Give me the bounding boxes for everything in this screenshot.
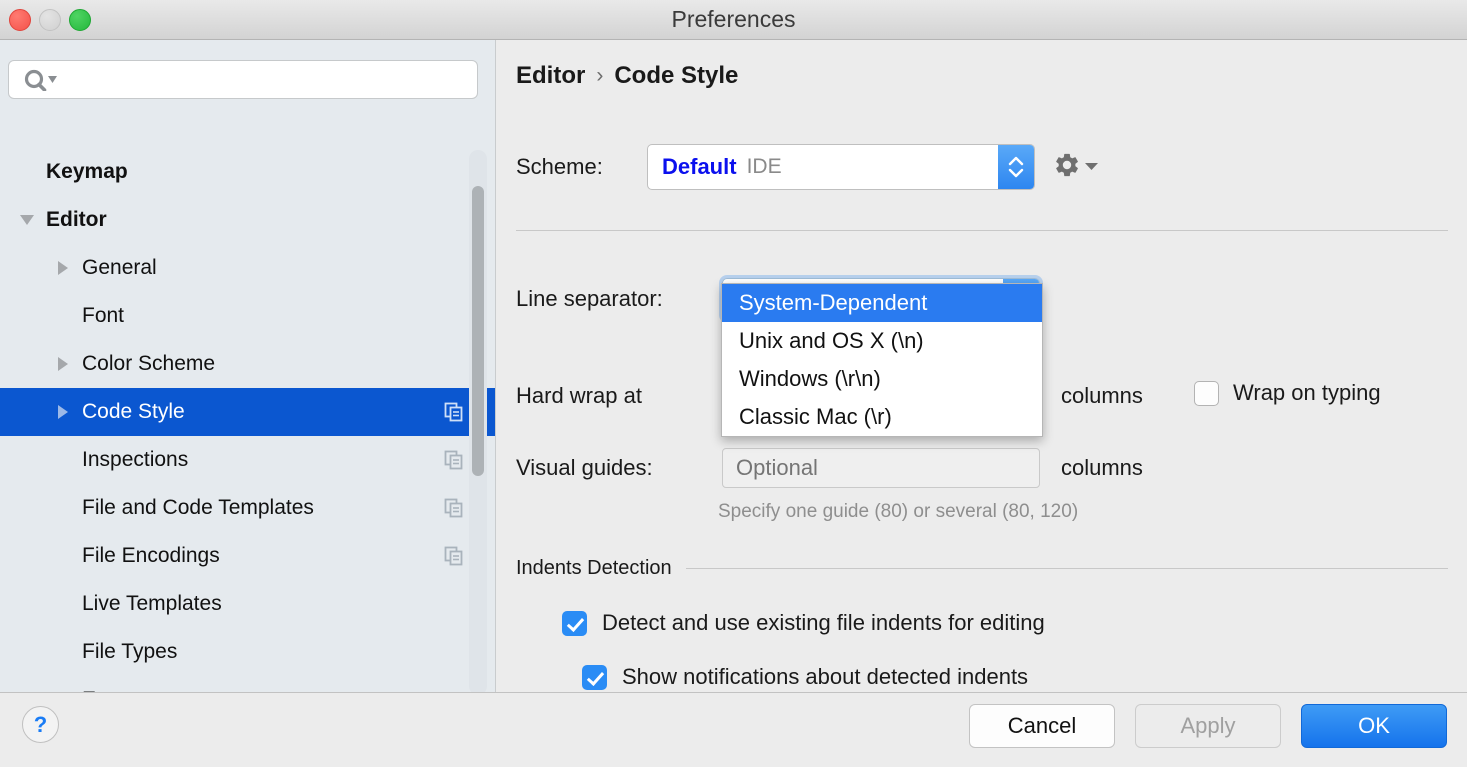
hard-wrap-unit: columns bbox=[1061, 383, 1143, 409]
line-separator-dropdown-popup[interactable]: System-DependentUnix and OS X (\n)Window… bbox=[721, 283, 1043, 437]
search-field-wrapper bbox=[8, 60, 478, 99]
dropdown-option[interactable]: Windows (\r\n) bbox=[722, 360, 1042, 398]
scheme-row: Scheme: Default IDE bbox=[516, 144, 1098, 190]
sidebar-item-label: File and Code Templates bbox=[76, 496, 314, 520]
indents-detection-title: Indents Detection bbox=[516, 557, 672, 580]
copy-icon[interactable] bbox=[444, 402, 464, 422]
wrap-on-typing-checkbox[interactable] bbox=[1194, 381, 1219, 406]
show-notifications-row[interactable]: Show notifications about detected indent… bbox=[582, 664, 1028, 690]
detect-indents-row[interactable]: Detect and use existing file indents for… bbox=[562, 610, 1045, 636]
apply-button[interactable]: Apply bbox=[1135, 704, 1281, 748]
wrap-on-typing-row[interactable]: Wrap on typing bbox=[1194, 380, 1381, 406]
sidebar-item-label: General bbox=[76, 256, 157, 280]
detect-indents-checkbox[interactable] bbox=[562, 611, 587, 636]
sidebar-item-label: Inspections bbox=[76, 448, 188, 472]
indents-detection-rule bbox=[686, 568, 1448, 569]
section-divider bbox=[516, 230, 1448, 231]
chevron-down-icon bbox=[1085, 158, 1098, 176]
title-bar: Preferences bbox=[0, 0, 1467, 40]
chevron-down-icon[interactable] bbox=[18, 209, 40, 231]
tree-twisty-placeholder bbox=[54, 593, 76, 615]
settings-sidebar: Keymap Editor General Font Color Scheme Code … bbox=[0, 40, 496, 692]
ok-button[interactable]: OK bbox=[1301, 704, 1447, 748]
visual-guides-label: Visual guides: bbox=[516, 455, 722, 481]
breadcrumb: Editor › Code Style bbox=[516, 62, 738, 90]
breadcrumb-root[interactable]: Editor bbox=[516, 62, 585, 90]
breadcrumb-separator-icon: › bbox=[596, 64, 603, 88]
preferences-window: Preferences Keymap Editor General Font Color… bbox=[0, 0, 1467, 767]
cancel-button[interactable]: Cancel bbox=[969, 704, 1115, 748]
scheme-label: Scheme: bbox=[516, 154, 647, 180]
detect-indents-label: Detect and use existing file indents for… bbox=[602, 610, 1045, 636]
indents-detection-header: Indents Detection bbox=[516, 557, 1448, 580]
sidebar-item-editor[interactable]: Editor bbox=[0, 196, 496, 244]
tree-twisty-placeholder bbox=[54, 305, 76, 327]
show-notifications-label: Show notifications about detected indent… bbox=[622, 664, 1028, 690]
tree-twisty-placeholder bbox=[54, 449, 76, 471]
copy-icon[interactable] bbox=[444, 450, 464, 470]
search-input[interactable] bbox=[61, 61, 469, 98]
sidebar-item-file-encodings[interactable]: File Encodings bbox=[0, 532, 496, 580]
visual-guides-row: Visual guides: columns bbox=[516, 448, 1143, 488]
sidebar-item-file-and-code-templates[interactable]: File and Code Templates bbox=[0, 484, 496, 532]
scheme-combobox[interactable]: Default IDE bbox=[647, 144, 1035, 190]
chevron-right-icon[interactable] bbox=[54, 257, 76, 279]
sidebar-item-label: Code Style bbox=[76, 400, 185, 424]
sidebar-scrollbar-thumb[interactable] bbox=[472, 186, 484, 476]
sidebar-item-live-templates[interactable]: Live Templates bbox=[0, 580, 496, 628]
tree-twisty-placeholder bbox=[54, 641, 76, 663]
chevron-right-icon[interactable] bbox=[54, 353, 76, 375]
sidebar-item-keymap[interactable]: Keymap bbox=[0, 148, 496, 196]
line-separator-label: Line separator: bbox=[516, 286, 722, 312]
help-button[interactable]: ? bbox=[22, 706, 59, 743]
settings-tree: Keymap Editor General Font Color Scheme Code … bbox=[0, 148, 496, 692]
sidebar-item-label: Editor bbox=[40, 208, 107, 232]
visual-guides-hint: Specify one guide (80) or several (80, 1… bbox=[718, 501, 1078, 523]
visual-guides-unit: columns bbox=[1061, 455, 1143, 481]
sidebar-item-font[interactable]: Font bbox=[0, 292, 496, 340]
wrap-on-typing-label: Wrap on typing bbox=[1233, 380, 1381, 406]
dropdown-option[interactable]: Unix and OS X (\n) bbox=[722, 322, 1042, 360]
window-title: Preferences bbox=[0, 0, 1467, 39]
copy-icon[interactable] bbox=[444, 546, 464, 566]
sidebar-item-label: Font bbox=[76, 304, 124, 328]
scheme-stepper-button[interactable] bbox=[998, 145, 1034, 189]
sidebar-item-label: Live Templates bbox=[76, 592, 222, 616]
sidebar-item-label: File Encodings bbox=[76, 544, 220, 568]
gear-icon bbox=[1053, 151, 1081, 184]
sidebar-item-label: Keymap bbox=[40, 160, 128, 184]
scheme-settings-button[interactable] bbox=[1053, 151, 1098, 184]
footer-buttons: Cancel Apply OK bbox=[969, 704, 1447, 748]
search-box[interactable] bbox=[8, 60, 478, 99]
sidebar-scrollbar-track[interactable] bbox=[469, 150, 487, 692]
sidebar-item-code-style[interactable]: Code Style bbox=[0, 388, 496, 436]
sidebar-item-color-scheme[interactable]: Color Scheme bbox=[0, 340, 496, 388]
breadcrumb-leaf: Code Style bbox=[614, 62, 738, 90]
dropdown-option[interactable]: System-Dependent bbox=[722, 284, 1042, 322]
sidebar-item-emmet[interactable]: Emmet bbox=[0, 676, 496, 692]
tree-twisty-placeholder bbox=[18, 161, 40, 183]
sidebar-item-general[interactable]: General bbox=[0, 244, 496, 292]
scheme-kind: IDE bbox=[747, 155, 782, 179]
tree-twisty-placeholder bbox=[54, 545, 76, 567]
scheme-name: Default bbox=[662, 154, 737, 180]
sidebar-item-file-types[interactable]: File Types bbox=[0, 628, 496, 676]
copy-icon[interactable] bbox=[444, 498, 464, 518]
dropdown-option[interactable]: Classic Mac (\r) bbox=[722, 398, 1042, 436]
dialog-footer: ? Cancel Apply OK bbox=[0, 692, 1467, 767]
sidebar-item-label: File Types bbox=[76, 640, 177, 664]
sidebar-item-label: Color Scheme bbox=[76, 352, 215, 376]
visual-guides-input[interactable] bbox=[722, 448, 1040, 488]
search-icon bbox=[23, 69, 59, 91]
chevron-right-icon[interactable] bbox=[54, 401, 76, 423]
show-notifications-checkbox[interactable] bbox=[582, 665, 607, 690]
sidebar-item-inspections[interactable]: Inspections bbox=[0, 436, 496, 484]
tree-twisty-placeholder bbox=[54, 497, 76, 519]
